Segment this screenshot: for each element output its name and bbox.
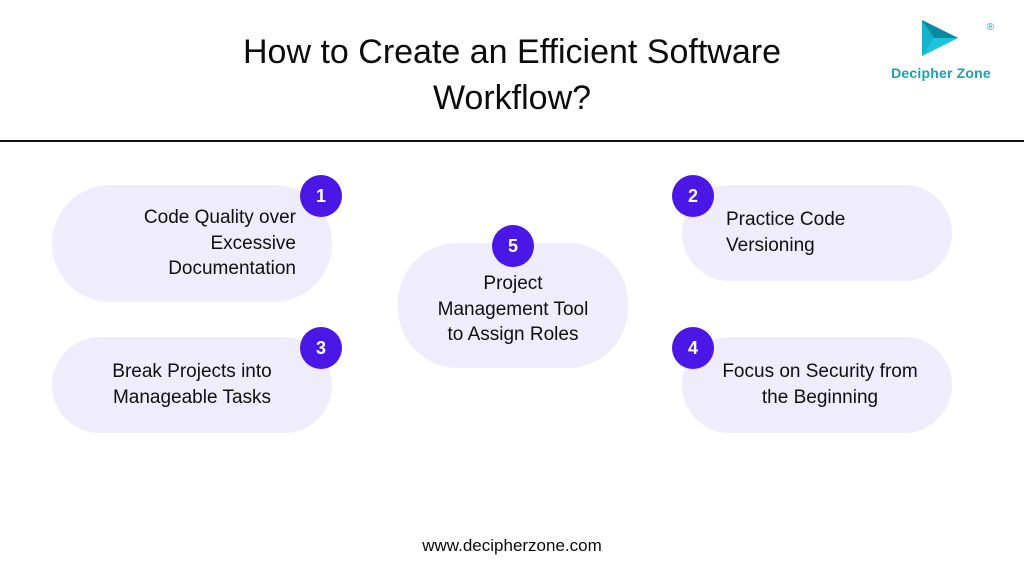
footer-url: www.decipherzone.com [0,536,1024,556]
number-badge: 4 [672,327,714,369]
pill-label: Code Quality over Excessive Documentatio… [82,205,302,282]
number-badge: 2 [672,175,714,217]
pill-label: Project Management Tool to Assign Roles [428,271,598,348]
pill-label: Practice Code Versioning [712,207,922,258]
pill-item-2: 2 Practice Code Versioning [682,185,952,281]
pill-group: 1 Code Quality over Excessive Documentat… [0,175,1024,495]
pill-item-4: 4 Focus on Security from the Beginning [682,337,952,433]
number-badge: 5 [492,225,534,267]
pill-label: Focus on Security from the Beginning [712,359,922,410]
pill-item-1: 1 Code Quality over Excessive Documentat… [52,185,332,302]
pill-item-5: 5 Project Management Tool to Assign Role… [398,243,628,368]
pill-item-3: 3 Break Projects into Manageable Tasks [52,337,332,433]
page-title: How to Create an Efficient Software Work… [0,30,1024,122]
number-badge: 3 [300,327,342,369]
divider [0,140,1024,142]
page: ® Decipher Zone How to Create an Efficie… [0,0,1024,576]
number-badge: 1 [300,175,342,217]
title-text: How to Create an Efficient Software Work… [0,30,1024,122]
pill-label: Break Projects into Manageable Tasks [82,359,302,410]
